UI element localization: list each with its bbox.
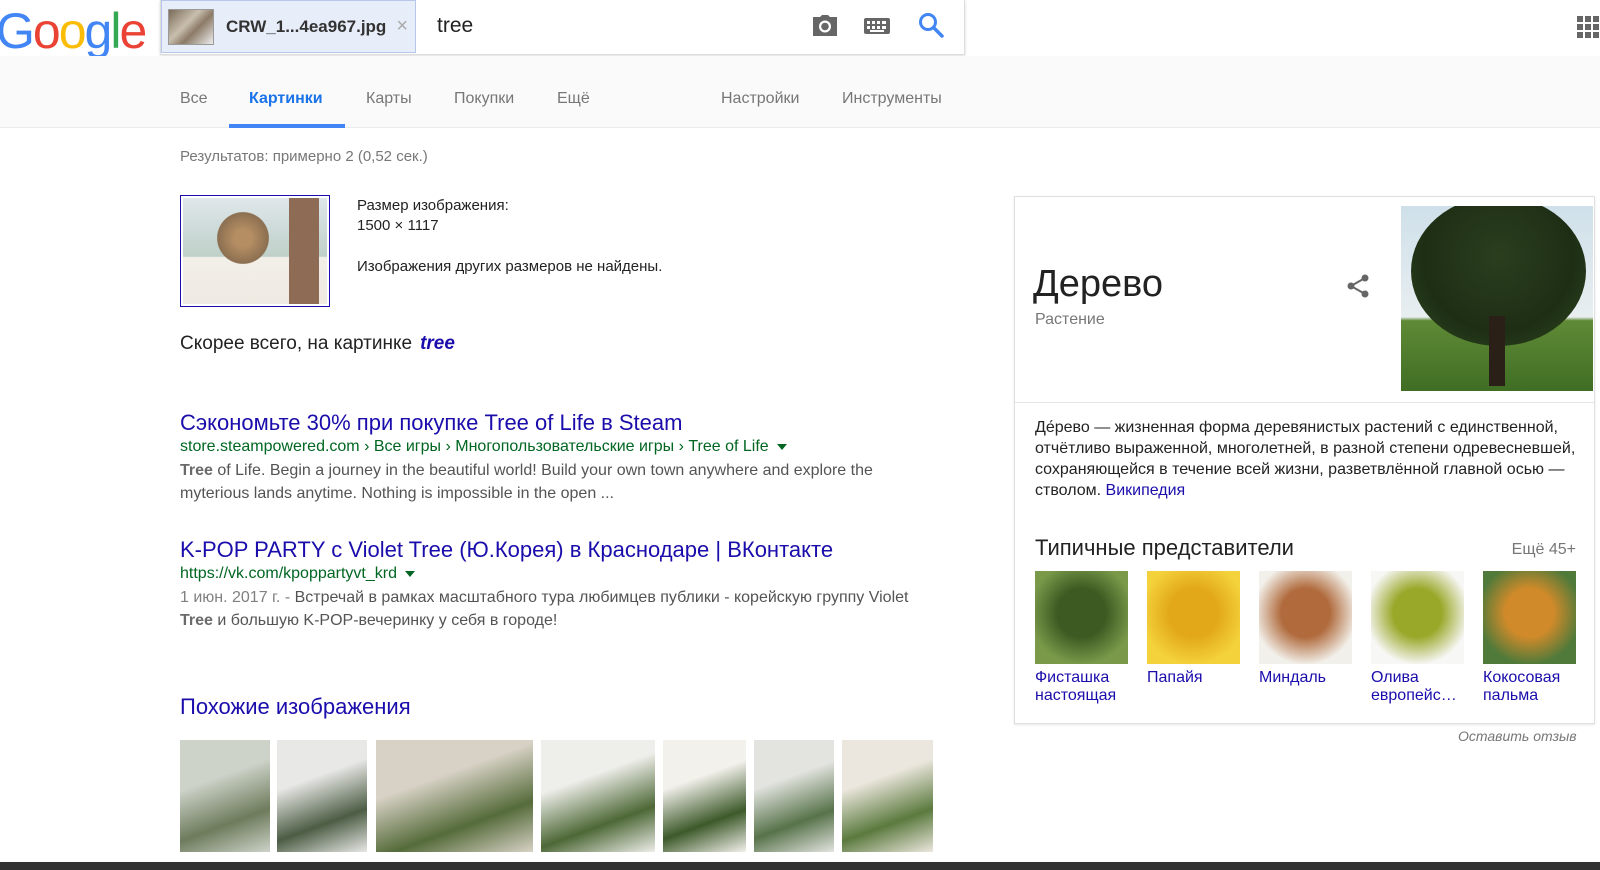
dropdown-arrow-icon[interactable] [404, 570, 415, 577]
kp-item-image[interactable] [1371, 571, 1464, 664]
tab-all[interactable]: Все [180, 90, 208, 108]
chip-thumbnail [168, 8, 214, 45]
tab-shopping[interactable]: Покупки [454, 90, 514, 108]
kp-item-image[interactable] [1147, 571, 1240, 664]
chip-filename: CRW_1...4ea967.jpg [226, 16, 387, 36]
search-result: Сэкономьте 30% при покупке Tree of Life … [180, 410, 940, 505]
feedback-link[interactable]: Оставить отзыв [1458, 728, 1577, 744]
kp-title: Дерево [1033, 263, 1164, 305]
image-info: Размер изображения: 1500 × 1117 Изображе… [357, 196, 662, 277]
logo-letter: l [110, 3, 121, 59]
best-guess: Скорее всего, на картинке tree [180, 333, 455, 355]
knowledge-panel: Дерево Растение Де́рево — жизненная форм… [1014, 196, 1595, 724]
best-guess-link[interactable]: tree [420, 333, 455, 354]
dropdown-arrow-icon[interactable] [776, 443, 787, 450]
google-logo[interactable]: Google [0, 2, 147, 60]
result-title-link[interactable]: K-POP PARTY с Violet Tree (Ю.Корея) в Кр… [180, 537, 940, 563]
tab-tools[interactable]: Инструменты [842, 90, 942, 108]
logo-letter: G [0, 3, 35, 59]
result-date: 1 июн. 2017 г. - [180, 589, 295, 606]
similar-image[interactable] [663, 740, 746, 852]
kp-item-label[interactable]: Кокосовая пальма [1483, 669, 1576, 705]
similar-image[interactable] [754, 740, 834, 852]
wikipedia-link[interactable]: Википедия [1106, 482, 1186, 499]
result-url-text: https://vk.com/kpoppartyvt_krd [180, 565, 397, 582]
active-tab-indicator [229, 124, 345, 128]
search-result: K-POP PARTY с Violet Tree (Ю.Корея) в Кр… [180, 537, 940, 632]
kp-divider [1015, 402, 1594, 403]
snippet-bold: Tree [180, 462, 213, 479]
similar-image[interactable] [541, 740, 655, 852]
similar-image[interactable] [180, 740, 270, 852]
logo-letter: e [119, 3, 147, 59]
kp-item-label[interactable]: Миндаль [1259, 669, 1352, 687]
result-url: https://vk.com/kpoppartyvt_krd [180, 565, 940, 583]
kp-item-image[interactable] [1483, 571, 1576, 664]
image-size-value[interactable]: 1500 × 1117 [357, 216, 662, 236]
camera-icon[interactable] [811, 14, 839, 38]
uploaded-image-thumbnail[interactable] [180, 195, 330, 307]
chip-close-icon[interactable]: × [396, 15, 408, 38]
snippet-text: of Life. Begin a journey in the beautifu… [180, 462, 873, 502]
tab-more[interactable]: Ещё [557, 90, 590, 108]
search-icon[interactable] [918, 12, 944, 38]
no-other-sizes: Изображения других размеров не найдены. [357, 258, 663, 275]
similar-images-link[interactable]: Похожие изображения [180, 694, 411, 720]
snippet-text: Встречай в рамках масштабного тура любим… [294, 589, 909, 606]
kp-item-label[interactable]: Фисташка настоящая [1035, 669, 1128, 705]
result-stats: Результатов: примерно 2 (0,52 сек.) [180, 148, 428, 165]
logo-letter: o [58, 3, 87, 59]
tab-images[interactable]: Картинки [249, 90, 323, 108]
kp-item[interactable]: Миндаль [1259, 571, 1352, 687]
kp-item[interactable]: Папайя [1147, 571, 1240, 687]
image-query-chip[interactable]: CRW_1...4ea967.jpg × [161, 0, 416, 53]
logo-letter: g [84, 3, 113, 59]
tab-maps[interactable]: Карты [366, 90, 412, 108]
kp-item[interactable]: Фисташка настоящая [1035, 571, 1128, 705]
kp-subtitle: Растение [1035, 311, 1105, 328]
snippet-bold: Tree [180, 612, 213, 629]
result-title-link[interactable]: Сэкономьте 30% при покупке Tree of Life … [180, 410, 940, 436]
snippet-text: и большую K-POP-вечеринку у себя в город… [212, 612, 558, 629]
kp-item-image[interactable] [1259, 571, 1352, 664]
kp-tree-image[interactable] [1401, 206, 1593, 391]
result-snippet: 1 июн. 2017 г. - Встречай в рамках масшт… [180, 586, 940, 632]
similar-image[interactable] [376, 740, 533, 852]
kp-description: Де́рево — жизненная форма деревянистых р… [1035, 417, 1580, 501]
uploaded-image [183, 198, 327, 304]
image-size-label: Размер изображения: [357, 197, 509, 214]
best-guess-prefix: Скорее всего, на картинке [180, 333, 413, 354]
result-snippet: Tree of Life. Begin a journey in the bea… [180, 459, 940, 505]
kp-section-title: Типичные представители [1035, 535, 1294, 560]
result-url-text: store.steampowered.com › Все игры › Мног… [180, 438, 769, 455]
search-input[interactable] [437, 14, 797, 38]
kp-item[interactable]: Олива европейс… [1371, 571, 1464, 705]
kp-item-image[interactable] [1035, 571, 1128, 664]
kp-item-label[interactable]: Папайя [1147, 669, 1240, 687]
keyboard-icon[interactable] [864, 17, 890, 35]
apps-grid-icon[interactable] [1577, 16, 1599, 38]
share-icon[interactable] [1345, 273, 1371, 299]
kp-item-label[interactable]: Олива европейс… [1371, 669, 1464, 705]
similar-image[interactable] [842, 740, 933, 852]
result-url: store.steampowered.com › Все игры › Мног… [180, 438, 940, 456]
similar-image[interactable] [277, 740, 367, 852]
search-box: CRW_1...4ea967.jpg × [160, 0, 965, 55]
bottom-bar [0, 862, 1600, 870]
logo-letter: o [32, 3, 61, 59]
search-tabs: Все Картинки Карты Покупки Ещё Настройки… [0, 56, 1600, 128]
tab-settings[interactable]: Настройки [721, 90, 799, 108]
kp-item[interactable]: Кокосовая пальма [1483, 571, 1576, 705]
kp-more-link[interactable]: Ещё 45+ [1512, 541, 1576, 559]
